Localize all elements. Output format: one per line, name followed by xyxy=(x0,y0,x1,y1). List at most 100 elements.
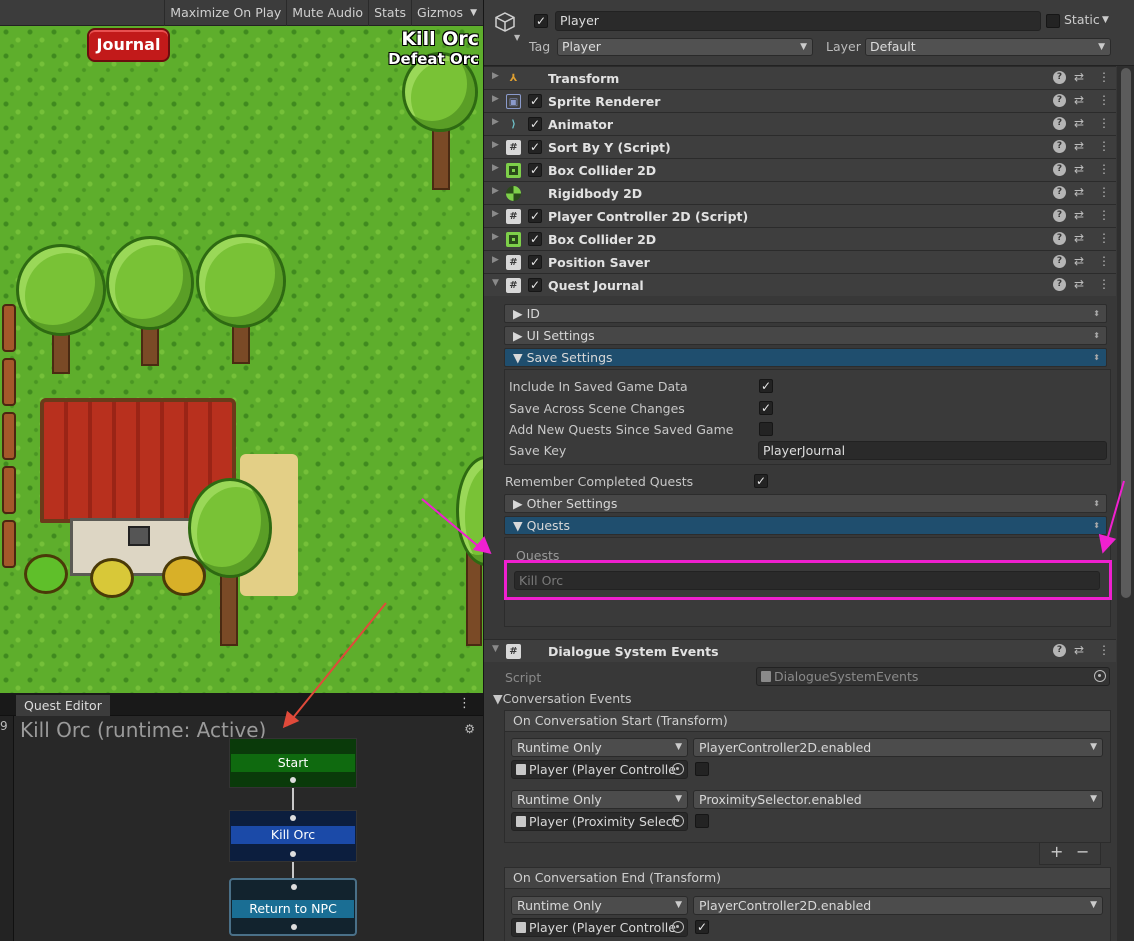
runtime-mode-dropdown[interactable]: Runtime Only ▼ xyxy=(511,896,688,915)
foldout-arrow-icon[interactable]: ▶ xyxy=(492,71,499,81)
remove-button[interactable]: − xyxy=(1076,842,1089,861)
kebab-menu-icon[interactable]: ⋮ xyxy=(1098,643,1110,657)
preset-icon[interactable]: ⇄ xyxy=(1074,208,1084,222)
quest-editor-tab[interactable]: Quest Editor xyxy=(16,695,110,716)
kebab-menu-icon[interactable]: ⋮ xyxy=(1098,93,1110,107)
function-dropdown[interactable]: ProximitySelector.enabled ▼ xyxy=(693,790,1103,809)
component-enabled-checkbox[interactable]: ✓ xyxy=(528,232,542,246)
component-enabled-checkbox[interactable]: ✓ xyxy=(528,255,542,269)
inspector-scrollbar[interactable] xyxy=(1117,66,1134,941)
target-object-field[interactable]: Player (Proximity Select xyxy=(511,812,688,831)
kebab-menu-icon[interactable]: ⋮ xyxy=(1098,231,1110,245)
kebab-menu-icon[interactable]: ⋮ xyxy=(1098,162,1110,176)
foldout-save-settings[interactable]: ▼ Save Settings ⬍ xyxy=(504,348,1107,367)
add-button[interactable]: + xyxy=(1050,842,1063,861)
scrollbar-thumb[interactable] xyxy=(1121,68,1131,598)
foldout-ui-settings[interactable]: ▶ UI Settings ⬍ xyxy=(504,326,1107,345)
component-enabled-checkbox[interactable]: ✓ xyxy=(528,140,542,154)
icon-dropdown-icon[interactable]: ▼ xyxy=(514,33,520,42)
foldout-arrow-icon[interactable]: ▶ xyxy=(492,232,499,242)
foldout-quests[interactable]: ▼ Quests ⬍ xyxy=(504,516,1107,535)
kebab-menu-icon[interactable]: ⋮ xyxy=(1098,277,1110,291)
function-dropdown[interactable]: PlayerController2D.enabled ▼ xyxy=(693,896,1103,915)
help-icon[interactable]: ? xyxy=(1053,644,1066,657)
kebab-menu-icon[interactable]: ⋮ xyxy=(1098,254,1110,268)
stats-toggle[interactable]: Stats xyxy=(368,0,411,26)
object-picker-icon[interactable] xyxy=(672,815,684,827)
preset-icon[interactable]: ⇄ xyxy=(1074,116,1084,130)
component-sprite-renderer[interactable]: ▶ ▣ ✓ Sprite Renderer ? ⇄ ⋮ xyxy=(484,89,1116,112)
help-icon[interactable]: ? xyxy=(1053,255,1066,268)
conversation-events-foldout[interactable]: ▼Conversation Events xyxy=(493,691,632,706)
connector-out[interactable] xyxy=(291,924,297,930)
static-checkbox[interactable] xyxy=(1046,14,1060,28)
connector-out[interactable] xyxy=(290,851,296,857)
active-checkbox[interactable]: ✓ xyxy=(534,14,548,28)
preset-icon[interactable]: ⇄ xyxy=(1074,93,1084,107)
component-sort-by-y[interactable]: ▶ # ✓ Sort By Y (Script) ? ⇄ ⋮ xyxy=(484,135,1116,158)
foldout-arrow-icon[interactable]: ▶ xyxy=(492,163,499,173)
object-name-field[interactable]: Player xyxy=(555,11,1041,31)
component-quest-journal[interactable]: ▼ # ✓ Quest Journal ? ⇄ ⋮ xyxy=(484,273,1116,296)
preset-icon[interactable]: ⇄ xyxy=(1074,231,1084,245)
journal-button[interactable]: Journal xyxy=(87,28,170,62)
foldout-arrow-icon[interactable]: ▶ xyxy=(492,117,499,127)
quest-node-kill-orc[interactable]: Kill Orc xyxy=(229,810,357,862)
gizmos-toggle[interactable]: Gizmos xyxy=(411,0,468,26)
gizmos-dropdown-icon[interactable]: ▼ xyxy=(468,0,483,26)
preset-icon[interactable]: ⇄ xyxy=(1074,277,1084,291)
include-saved-game-checkbox[interactable]: ✓ xyxy=(759,379,773,393)
component-enabled-checkbox[interactable]: ✓ xyxy=(528,94,542,108)
layer-dropdown[interactable]: Default ▼ xyxy=(865,38,1111,56)
help-icon[interactable]: ? xyxy=(1053,163,1066,176)
help-icon[interactable]: ? xyxy=(1053,71,1066,84)
static-dropdown-icon[interactable]: ▼ xyxy=(1102,15,1109,25)
kebab-menu-icon[interactable]: ⋮ xyxy=(1098,139,1110,153)
quest-node-start[interactable]: Start xyxy=(229,738,357,788)
quest-node-return-to-npc[interactable]: Return to NPC xyxy=(229,878,357,936)
help-icon[interactable]: ? xyxy=(1053,232,1066,245)
maximize-on-play-toggle[interactable]: Maximize On Play xyxy=(164,0,286,26)
connector-out[interactable] xyxy=(290,777,296,783)
add-new-quests-checkbox[interactable] xyxy=(759,422,773,436)
function-dropdown[interactable]: PlayerController2D.enabled ▼ xyxy=(693,738,1103,757)
help-icon[interactable]: ? xyxy=(1053,140,1066,153)
target-object-field[interactable]: Player (Player Controlle xyxy=(511,760,688,779)
preset-icon[interactable]: ⇄ xyxy=(1074,185,1084,199)
component-enabled-checkbox[interactable]: ✓ xyxy=(528,209,542,223)
kebab-menu-icon[interactable]: ⋮ xyxy=(1098,185,1110,199)
component-box-collider-2d[interactable]: ▶ ✓ Box Collider 2D ? ⇄ ⋮ xyxy=(484,158,1116,181)
foldout-id[interactable]: ▶ ID ⬍ xyxy=(504,304,1107,323)
game-scene[interactable] xyxy=(0,26,483,693)
component-dialogue-system-events[interactable]: ▼ # Dialogue System Events ? ⇄ ⋮ xyxy=(484,639,1116,662)
foldout-open-icon[interactable]: ▼ xyxy=(492,644,499,654)
help-icon[interactable]: ? xyxy=(1053,94,1066,107)
help-icon[interactable]: ? xyxy=(1053,278,1066,291)
foldout-open-icon[interactable]: ▼ xyxy=(492,278,499,288)
component-enabled-checkbox[interactable]: ✓ xyxy=(528,278,542,292)
preset-icon[interactable]: ⇄ xyxy=(1074,70,1084,84)
mute-audio-toggle[interactable]: Mute Audio xyxy=(286,0,368,26)
connector-in[interactable] xyxy=(290,815,296,821)
component-rigidbody-2d[interactable]: ▶ Rigidbody 2D ? ⇄ ⋮ xyxy=(484,181,1116,204)
kebab-menu-icon[interactable]: ⋮ xyxy=(1098,116,1110,130)
save-across-scenes-checkbox[interactable]: ✓ xyxy=(759,401,773,415)
object-picker-icon[interactable] xyxy=(672,763,684,775)
foldout-arrow-icon[interactable]: ▶ xyxy=(492,140,499,150)
kebab-menu-icon[interactable]: ⋮ xyxy=(1098,208,1110,222)
kebab-menu-icon[interactable]: ⋮ xyxy=(1098,70,1110,84)
component-animator[interactable]: ▶ ⟩ ✓ Animator ? ⇄ ⋮ xyxy=(484,112,1116,135)
help-icon[interactable]: ? xyxy=(1053,117,1066,130)
preset-icon[interactable]: ⇄ xyxy=(1074,643,1084,657)
event-bool-checkbox[interactable] xyxy=(695,814,709,828)
event-bool-checkbox[interactable]: ✓ xyxy=(695,920,709,934)
object-picker-icon[interactable] xyxy=(1094,670,1106,682)
help-icon[interactable]: ? xyxy=(1053,209,1066,222)
preset-icon[interactable]: ⇄ xyxy=(1074,139,1084,153)
runtime-mode-dropdown[interactable]: Runtime Only ▼ xyxy=(511,738,688,757)
component-enabled-checkbox[interactable]: ✓ xyxy=(528,117,542,131)
preset-icon[interactable]: ⇄ xyxy=(1074,254,1084,268)
foldout-other-settings[interactable]: ▶ Other Settings ⬍ xyxy=(504,494,1107,513)
component-enabled-checkbox[interactable]: ✓ xyxy=(528,163,542,177)
target-object-field[interactable]: Player (Player Controlle xyxy=(511,918,688,937)
